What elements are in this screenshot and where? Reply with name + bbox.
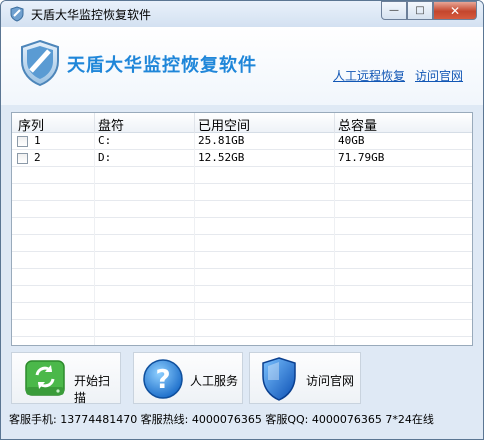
visit-site-button[interactable]: 访问官网 [249, 352, 361, 404]
refresh-drive-icon [25, 360, 65, 396]
row-total: 71.79GB [338, 151, 385, 164]
row-total: 40GB [338, 134, 365, 147]
empty-row [12, 235, 472, 252]
table-row[interactable]: 1 C: 25.81GB 40GB [12, 133, 472, 150]
shield-logo-icon [21, 39, 59, 87]
row-checkbox[interactable] [17, 136, 28, 147]
question-icon: ? [143, 359, 183, 399]
column-header-total[interactable]: 总容量 [338, 115, 377, 134]
title-bar[interactable]: 天盾大华监控恢复软件 — □ ✕ [1, 1, 483, 27]
empty-row [12, 303, 472, 320]
drive-table: 序列 盘符 已用空间 总容量 1 C: 25.81GB 40GB 2 D: 12… [11, 112, 473, 346]
empty-row [12, 269, 472, 286]
row-index: 1 [34, 134, 41, 147]
row-drive: D: [98, 151, 112, 164]
header: 天盾大华监控恢复软件 人工远程恢复 访问官网 [1, 27, 483, 105]
action-bar: 开始扫描 ? 人工服务 访问官网 [11, 352, 473, 405]
svg-text:?: ? [155, 365, 170, 395]
window-controls: — □ ✕ [381, 1, 477, 20]
empty-row [12, 201, 472, 218]
start-scan-label: 开始扫描 [74, 374, 111, 405]
app-title: 天盾大华监控恢复软件 [67, 55, 257, 76]
row-index: 2 [34, 151, 41, 164]
column-header-used[interactable]: 已用空间 [198, 115, 250, 134]
row-drive: C: [98, 134, 112, 147]
row-used: 12.52GB [198, 151, 245, 164]
row-used: 25.81GB [198, 134, 245, 147]
start-scan-button[interactable]: 开始扫描 [11, 352, 121, 405]
column-header-index[interactable]: 序列 [18, 115, 44, 134]
empty-row [12, 320, 472, 337]
empty-row [12, 286, 472, 303]
status-bar: 客服手机: 13774481470 客服热线: 4000076365 客服QQ:… [9, 413, 434, 426]
shield-icon [10, 6, 24, 22]
manual-service-label: 人工服务 [190, 374, 239, 388]
maximize-button[interactable]: □ [407, 1, 433, 20]
close-button[interactable]: ✕ [433, 1, 477, 20]
empty-row [12, 167, 472, 184]
app-window: 天盾大华监控恢复软件 — □ ✕ 天盾大华监控恢复软件 人工远程恢复 访问官网 … [0, 0, 484, 440]
remote-recovery-link[interactable]: 人工远程恢复 [333, 67, 405, 84]
manual-service-button[interactable]: ? 人工服务 [133, 352, 243, 404]
empty-row [12, 184, 472, 201]
table-row[interactable]: 2 D: 12.52GB 71.79GB [12, 150, 472, 167]
shield-icon [262, 357, 296, 401]
table-header: 序列 盘符 已用空间 总容量 [12, 113, 472, 134]
window-title: 天盾大华监控恢复软件 [31, 8, 152, 22]
row-checkbox[interactable] [17, 153, 28, 164]
visit-site-label: 访问官网 [306, 374, 355, 388]
visit-site-link[interactable]: 访问官网 [415, 67, 463, 84]
empty-row [12, 218, 472, 235]
minimize-button[interactable]: — [381, 1, 407, 20]
column-header-drive[interactable]: 盘符 [98, 115, 124, 134]
empty-row [12, 252, 472, 269]
